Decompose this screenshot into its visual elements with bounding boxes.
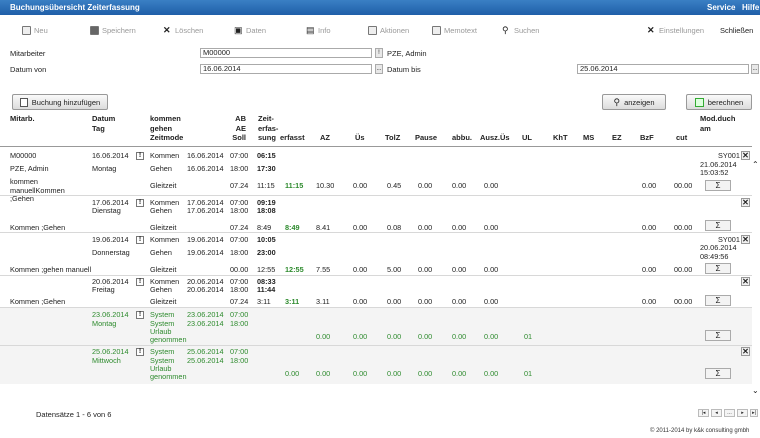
warning-icon[interactable]: ! xyxy=(136,310,144,319)
employee-input[interactable]: M00000 xyxy=(200,48,372,58)
delete-button[interactable]: ✕ Löschen xyxy=(163,25,203,36)
printer-icon: ▤ xyxy=(306,25,315,35)
col-datum: Datum Tag xyxy=(92,114,116,133)
window-title: Buchungsübersicht Zeiterfassung xyxy=(10,3,140,12)
actions-button[interactable]: Aktionen xyxy=(368,26,409,35)
warning-icon[interactable]: ! xyxy=(136,235,144,244)
save-icon xyxy=(90,26,99,35)
sum-button[interactable]: Σ xyxy=(705,263,731,274)
delete-row-button[interactable]: ✕ xyxy=(741,151,750,160)
col-ab: AB AE Soll xyxy=(232,114,246,142)
date-from-input[interactable]: 16.06.2014 xyxy=(200,64,372,74)
col-kommen: kommen gehen Zeitmode xyxy=(150,114,184,142)
date-from-label: Datum von xyxy=(10,65,47,74)
search-button[interactable]: ⚲ Suchen xyxy=(502,25,539,36)
help-link[interactable]: Hilfe xyxy=(742,3,759,12)
col-ausz-ues: Ausz.Üs xyxy=(480,133,510,142)
col-abbu: abbu. xyxy=(452,133,472,142)
col-ms: MS xyxy=(583,133,595,142)
scroll-up-icon[interactable]: ⌃ xyxy=(752,160,759,169)
copyright: © 2011-2014 by k&k consulting gmbh xyxy=(650,428,750,434)
delete-row-button[interactable]: ✕ xyxy=(741,198,750,207)
col-ul: UL xyxy=(522,133,532,142)
scroll-down-icon[interactable]: ⌄ xyxy=(752,386,759,395)
binoculars-icon: ▣ xyxy=(234,25,243,35)
warning-icon[interactable]: ! xyxy=(136,151,144,160)
add-booking-button[interactable]: Buchung hinzufügen xyxy=(12,94,108,110)
add-icon xyxy=(19,97,28,107)
delete-icon: ✕ xyxy=(163,25,171,35)
info-button[interactable]: ▤ Info xyxy=(306,25,331,36)
vertical-scrollbar[interactable]: ⌃ ⌄ xyxy=(752,148,760,400)
sum-button[interactable]: Σ xyxy=(705,330,731,341)
page-number-button[interactable]: … xyxy=(724,409,735,417)
warning-icon[interactable]: ! xyxy=(136,347,144,356)
service-link[interactable]: Service xyxy=(707,3,735,12)
first-page-button[interactable]: |◂ xyxy=(698,409,709,417)
col-az: AZ xyxy=(320,133,330,142)
title-bar: Buchungsübersicht Zeiterfassung Service … xyxy=(0,0,760,15)
new-icon xyxy=(22,26,31,35)
calculate-icon xyxy=(694,97,704,107)
date-to-picker[interactable]: ... xyxy=(751,64,759,74)
next-page-button[interactable]: ▸ xyxy=(737,409,748,417)
sum-button[interactable]: Σ xyxy=(705,368,731,379)
col-ez: EZ xyxy=(612,133,622,142)
col-kht: KhT xyxy=(553,133,568,142)
col-ues: Üs xyxy=(355,133,365,142)
actions-icon xyxy=(368,26,377,35)
delete-row-button[interactable]: ✕ xyxy=(741,347,750,356)
warning-icon[interactable]: ! xyxy=(136,198,144,207)
date-to-label: Datum bis xyxy=(387,65,421,74)
close-button[interactable]: Schließen xyxy=(720,26,753,35)
col-bzf: BzF xyxy=(640,133,654,142)
col-mitarb: Mitarb. xyxy=(10,114,35,123)
record-count: Datensätze 1 - 6 von 6 xyxy=(36,410,112,419)
search-icon: ⚲ xyxy=(502,25,509,35)
last-page-button[interactable]: ▸| xyxy=(750,409,758,417)
date-to-input[interactable]: 25.06.2014 xyxy=(577,64,749,74)
employee-label: Mitarbeiter xyxy=(10,49,46,58)
tools-icon: ✕ xyxy=(647,25,655,35)
col-pause: Pause xyxy=(415,133,438,142)
employee-name: PZE, Admin xyxy=(387,49,427,58)
sum-button[interactable]: Σ xyxy=(705,295,731,306)
memotext-button[interactable]: Memotext xyxy=(432,26,477,35)
col-mod: Mod.duch am xyxy=(700,114,736,133)
memo-icon xyxy=(432,26,441,35)
pagination: |◂ ◂ … ▸ ▸| xyxy=(698,409,758,418)
prev-page-button[interactable]: ◂ xyxy=(711,409,722,417)
sum-button[interactable]: Σ xyxy=(705,220,731,231)
delete-row-button[interactable]: ✕ xyxy=(741,277,750,286)
sum-button[interactable]: Σ xyxy=(705,180,731,191)
data-button[interactable]: ▣ Daten xyxy=(234,25,266,36)
new-button[interactable]: Neu xyxy=(22,26,48,35)
binoculars-icon: ⚲ xyxy=(613,96,621,107)
date-from-picker[interactable]: ... xyxy=(375,64,383,74)
calculate-button[interactable]: berechnen xyxy=(686,94,752,110)
delete-row-button[interactable]: ✕ xyxy=(741,235,750,244)
col-tolz: TolZ xyxy=(385,133,401,142)
col-zeiterfassung: Zeit-erfas-sung xyxy=(258,114,279,142)
col-cut: cut xyxy=(676,133,688,142)
col-erfasst: erfasst xyxy=(280,133,305,142)
toolbar: Neu Speichern ✕ Löschen ▣ Daten ▤ Info Akti… xyxy=(0,26,760,40)
employee-lookup-button[interactable]: ! xyxy=(375,48,383,58)
settings-button[interactable]: ✕ Einstellungen xyxy=(647,25,704,36)
warning-icon[interactable]: ! xyxy=(136,277,144,286)
display-button[interactable]: ⚲ anzeigen xyxy=(602,94,666,110)
save-button[interactable]: Speichern xyxy=(90,26,136,35)
